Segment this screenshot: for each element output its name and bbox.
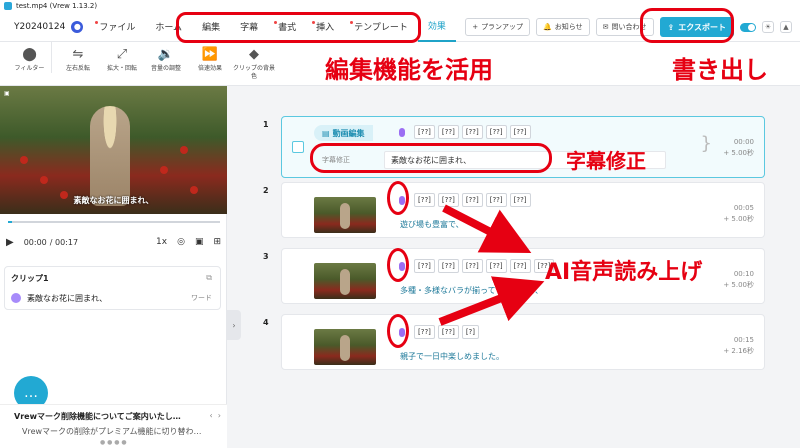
arrow-to-ai-voice-2: [438, 276, 545, 326]
annotation-arrows: [438, 204, 545, 326]
arrow-to-ai-voice-1: [442, 204, 532, 253]
